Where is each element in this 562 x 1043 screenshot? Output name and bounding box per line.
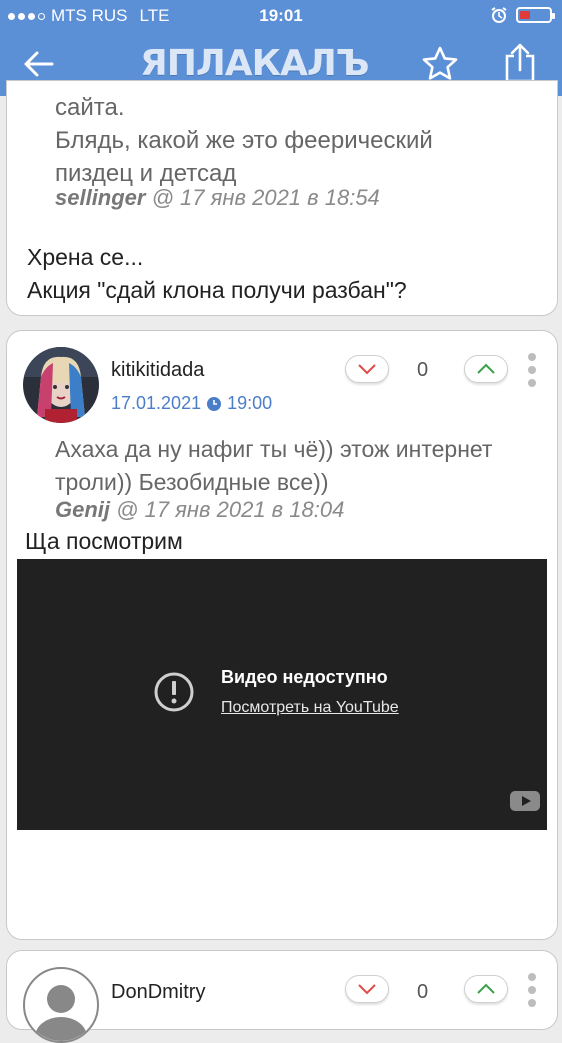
site-logo[interactable]: ЯПЛАКАЛЪ [140, 44, 400, 84]
post-time-text: 19:00 [227, 393, 273, 413]
post-date[interactable]: 17.01.2021 19:00 [111, 393, 272, 414]
quote-meta: @ 17 янв 2021 в 18:04 [116, 497, 345, 522]
text-line: Хрена се... [27, 244, 144, 270]
quote-line: Блядь, какой же это феерический [55, 127, 433, 154]
embedded-video[interactable]: Видео недоступно Посмотреть на YouTube [17, 559, 547, 830]
comment-text: Хрена се... Акция "сдай клона получи раз… [27, 241, 407, 307]
clock: 19:01 [259, 6, 303, 25]
vote-score: 0 [417, 981, 429, 1003]
upvote-button[interactable] [464, 975, 508, 1003]
upvote-button[interactable] [464, 355, 508, 383]
comment-text: Ща посмотрим [25, 528, 183, 554]
comment-card: DonDmitry 0 [6, 950, 558, 1043]
star-icon[interactable] [420, 44, 460, 84]
alarm-icon [491, 7, 507, 23]
quote-author[interactable]: Genij [55, 497, 110, 522]
quote-attribution: sellinger @ 17 янв 2021 в 18:54 [55, 185, 380, 211]
comment-card: сайта. Блядь, какой же это феерический п… [6, 80, 558, 316]
warning-icon [154, 672, 194, 712]
chevron-up-icon [477, 363, 495, 374]
quote-line: сайта. [55, 94, 125, 121]
comment-card: kitikitidada 17.01.2021 19:00 0 Ахаха да… [6, 330, 558, 940]
quote-meta: @ 17 янв 2021 в 18:54 [151, 185, 380, 210]
post-date-text: 17.01.2021 [111, 393, 202, 413]
chevron-down-icon [358, 984, 376, 995]
status-bar: MTS RUS LTE 19:01 [0, 0, 562, 32]
text-line: Акция "сдай клона получи разбан"? [27, 277, 407, 303]
status-icons [490, 6, 555, 24]
username[interactable]: kitikitidada [111, 359, 204, 382]
vote-score: 0 [417, 359, 429, 381]
back-arrow-icon[interactable] [22, 47, 56, 81]
quote-block: сайта. Блядь, какой же это феерический п… [55, 91, 433, 190]
avatar[interactable] [23, 347, 99, 423]
more-options-icon[interactable] [528, 353, 536, 392]
downvote-button[interactable] [345, 355, 389, 383]
quote-block: Ахаха да ну нафиг ты чё)) этож интернет … [55, 433, 492, 499]
avatar[interactable] [23, 967, 99, 1043]
chevron-up-icon [477, 983, 495, 994]
youtube-logo-icon[interactable] [510, 791, 540, 811]
video-unavailable-title: Видео недоступно [221, 667, 388, 687]
more-options-icon[interactable] [528, 973, 536, 1012]
chevron-down-icon [358, 364, 376, 375]
quote-author[interactable]: sellinger [55, 185, 145, 210]
quote-line: Ахаха да ну нафиг ты чё)) этож интернет [55, 436, 493, 462]
share-icon[interactable] [502, 42, 538, 84]
username[interactable]: DonDmitry [111, 981, 205, 1004]
quote-line: троли)) Безобидные все)) [55, 469, 329, 495]
downvote-button[interactable] [345, 975, 389, 1003]
watch-on-youtube-link[interactable]: Посмотреть на YouTube [221, 699, 399, 717]
quote-attribution: Genij @ 17 янв 2021 в 18:04 [55, 497, 344, 523]
clock-icon [207, 396, 222, 411]
battery-icon [516, 7, 555, 23]
